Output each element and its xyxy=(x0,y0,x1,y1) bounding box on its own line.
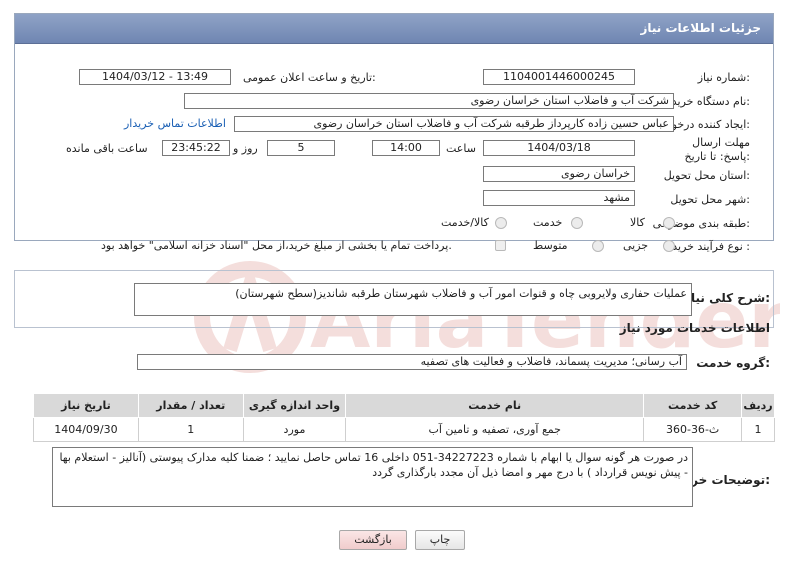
services-table-header: ردیف کد خدمت نام خدمت واحد اندازه گیری ت… xyxy=(33,393,775,418)
process-minor-label: جزیی xyxy=(623,239,649,252)
unit-cell: مورد xyxy=(242,417,347,442)
deadline-time-label: ساعت xyxy=(446,142,476,155)
announce-label: تاریخ و ساعت اعلان عمومی: xyxy=(243,71,376,84)
remaining-label: ساعت باقی مانده xyxy=(66,142,148,155)
deadline-date-field: 1404/03/18 xyxy=(483,140,635,156)
back-button[interactable]: بازگشت xyxy=(339,530,407,550)
buyer-org-label: نام دستگاه خریدار: xyxy=(663,95,750,108)
col-unit: واحد اندازه گیری xyxy=(242,393,347,418)
treasury-payment-checkbox[interactable] xyxy=(495,240,506,251)
col-row-number: ردیف xyxy=(741,393,775,418)
buyer-contact-link[interactable]: اطلاعات تماس خریدار xyxy=(124,117,226,130)
service-group-label: گروه خدمت: xyxy=(696,356,770,370)
category-service-label: خدمت xyxy=(533,216,563,229)
panel-header: جزئیات اطلاعات نیاز xyxy=(15,14,773,44)
deadline-time-field: 14:00 xyxy=(372,140,440,156)
category-service-radio[interactable] xyxy=(571,217,583,229)
remaining-time-field: 23:45:22 xyxy=(162,140,230,156)
category-goods-service-label: کالا/خدمت xyxy=(441,216,489,229)
service-name-cell: جمع آوری، تصفیه و تامین آب xyxy=(345,417,645,442)
service-code-cell: ث-36-360 xyxy=(643,417,743,442)
treasury-payment-note: پرداخت تمام یا بخشی از مبلغ خرید،از محل … xyxy=(101,239,452,252)
city-label: شهر محل تحویل: xyxy=(670,193,750,206)
need-date-cell: 1404/09/30 xyxy=(33,417,139,442)
buyer-notes-textarea[interactable]: در صورت هر گونه سوال یا ابهام با شماره 3… xyxy=(52,447,693,507)
days-remaining-field: 5 xyxy=(267,140,335,156)
row-number-cell: 1 xyxy=(741,417,775,442)
summary-label: شرح کلی نیاز: xyxy=(684,291,770,305)
deadline-label: مهلت ارسال پاسخ: تا تاریخ: xyxy=(684,136,750,163)
days-label: روز و xyxy=(233,142,258,155)
need-number-field: 1104001446000245 xyxy=(483,69,635,85)
table-row: 1 ث-36-360 جمع آوری، تصفیه و تامین آب مو… xyxy=(33,417,775,442)
province-field: خراسان رضوی xyxy=(483,166,635,182)
col-quantity: تعداد / مقدار xyxy=(137,393,244,418)
need-number-label: شماره نیاز: xyxy=(697,71,750,84)
city-field: مشهد xyxy=(483,190,635,206)
services-heading: اطلاعات خدمات مورد نیاز xyxy=(619,321,770,335)
col-service-name: نام خدمت xyxy=(345,393,645,418)
buyer-org-field: شرکت آب و فاضلاب استان خراسان رضوی xyxy=(184,93,674,109)
process-medium-radio[interactable] xyxy=(592,240,604,252)
category-goods-radio[interactable] xyxy=(663,217,675,229)
print-button[interactable]: چاپ xyxy=(415,530,465,550)
panel-title: جزئیات اطلاعات نیاز xyxy=(640,21,761,35)
announce-datetime-field: 1404/03/12 - 13:49 xyxy=(79,69,231,85)
service-group-field: آب رسانی؛ مدیریت پسماند، فاضلاب و فعالیت… xyxy=(137,354,687,370)
summary-textarea[interactable]: عملیات حفاری ولایروبی چاه و قنوات امور آ… xyxy=(134,283,692,316)
col-service-code: کد خدمت xyxy=(643,393,743,418)
category-goods-service-radio[interactable] xyxy=(495,217,507,229)
category-goods-label: کالا xyxy=(630,216,645,229)
col-need-date: تاریخ نیاز xyxy=(33,393,139,418)
process-minor-radio[interactable] xyxy=(663,240,675,252)
province-label: استان محل تحویل: xyxy=(663,169,750,182)
process-medium-label: متوسط xyxy=(533,239,568,252)
process-label: نوع فرآیند خرید : xyxy=(672,240,750,253)
services-table: ردیف کد خدمت نام خدمت واحد اندازه گیری ت… xyxy=(33,393,775,442)
quantity-cell: 1 xyxy=(137,417,244,442)
creator-field: عباس حسین زاده کارپرداز طرقبه شرکت آب و … xyxy=(234,116,674,132)
